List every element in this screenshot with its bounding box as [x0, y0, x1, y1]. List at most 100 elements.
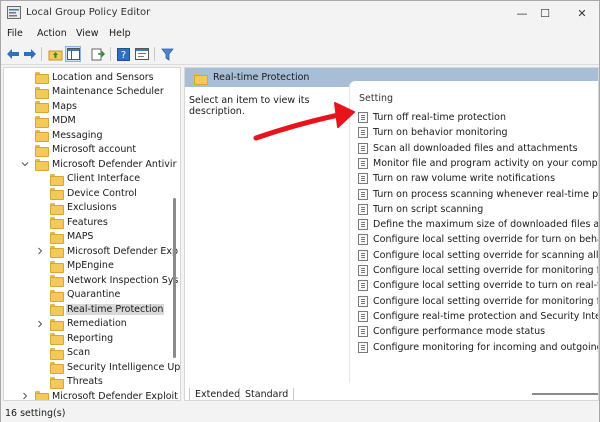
setting-row[interactable]: Configure local setting override for sca… [358, 248, 598, 263]
policy-setting-icon [358, 157, 368, 169]
setting-label: Configure monitoring for incoming and ou… [373, 341, 599, 353]
tree-item[interactable]: Features [50, 215, 109, 230]
minimize-button[interactable]: — [511, 4, 533, 22]
tree-item-label: Messaging [52, 129, 103, 141]
show-hide-tree-icon[interactable] [65, 46, 81, 62]
tree-item[interactable]: MAPS [50, 230, 94, 245]
setting-row[interactable]: Turn on raw volume write notifications [358, 171, 555, 186]
forward-arrow-icon[interactable] [22, 46, 38, 62]
tree-item[interactable]: Microsoft Defender Antivir [35, 157, 177, 172]
setting-label: Configure local setting override for mon… [373, 295, 598, 307]
setting-label: Scan all downloaded files and attachment… [373, 142, 578, 154]
setting-row[interactable]: Configure local setting override for mon… [358, 263, 598, 278]
tree-item-label: Quarantine [67, 289, 121, 301]
filter-icon[interactable] [159, 46, 175, 62]
tab-extended[interactable]: Extended [189, 388, 247, 400]
tree-item[interactable]: Microsoft Defender Exploit [35, 389, 179, 400]
policy-setting-icon [358, 219, 368, 231]
tree-item-label: Remediation [67, 318, 127, 330]
setting-row[interactable]: Configure monitoring for incoming and ou… [358, 340, 599, 355]
export-list-icon[interactable] [90, 46, 106, 62]
setting-row[interactable]: Turn off real-time protection [358, 110, 506, 125]
setting-label: Monitor file and program activity on you… [373, 157, 599, 169]
menu-action[interactable]: Action [37, 28, 67, 39]
tree-item[interactable]: Maps [35, 99, 78, 114]
tree-item[interactable]: Client Interface [50, 172, 141, 187]
column-header-setting[interactable]: Setting [359, 93, 393, 104]
chevron-down-icon[interactable] [21, 160, 29, 168]
tree-item-label: Threats [67, 376, 103, 388]
folder-icon [50, 362, 64, 375]
setting-row[interactable]: Configure real-time protection and Secur… [358, 309, 598, 324]
tree-item-label: Scan [67, 347, 91, 359]
tree-item[interactable]: Messaging [35, 128, 103, 143]
setting-row[interactable]: Turn on script scanning [358, 202, 483, 217]
chevron-right-icon[interactable] [21, 392, 29, 400]
setting-row[interactable]: Turn on process scanning whenever real-t… [358, 187, 598, 202]
chevron-right-icon[interactable] [36, 320, 44, 328]
tab-standard[interactable]: Standard [239, 388, 295, 400]
folder-icon [50, 289, 64, 302]
setting-row[interactable]: Turn on behavior monitoring [358, 125, 508, 140]
tree-item[interactable]: Threats [50, 375, 104, 390]
folder-icon [35, 115, 49, 128]
maximize-button[interactable]: ☐ [534, 4, 556, 22]
tree-item[interactable]: MpEngine [50, 259, 115, 274]
navigation-tree[interactable]: Location and Sensors Maintenance Schedule… [3, 67, 181, 401]
tree-item[interactable]: Maintenance Scheduler [35, 85, 165, 100]
back-arrow-icon[interactable] [5, 46, 21, 62]
tree-item-label: MAPS [67, 231, 94, 243]
details-title: Real-time Protection [213, 72, 310, 83]
menu-file[interactable]: File [7, 28, 23, 39]
folder-icon [35, 391, 49, 400]
chevron-right-icon[interactable] [36, 247, 44, 255]
policy-setting-icon [358, 310, 368, 322]
toolbar-separator [154, 47, 155, 61]
close-button[interactable]: ✕ [571, 4, 593, 22]
tree-item[interactable]: Microsoft account [35, 143, 137, 158]
tree-item[interactable]: Microsoft Defender Exp [50, 244, 179, 259]
setting-row[interactable]: Configure local setting override for mon… [358, 294, 598, 309]
help-icon[interactable]: ? [115, 46, 131, 62]
window-title: Local Group Policy Editor [26, 7, 151, 18]
tree-item[interactable]: Exclusions [50, 201, 118, 216]
menu-view[interactable]: View [76, 28, 99, 39]
tree-item[interactable]: Remediation [50, 317, 128, 332]
tree-item-label: MpEngine [67, 260, 114, 272]
folder-icon [50, 260, 64, 273]
tree-item-label: Microsoft Defender Exp [67, 245, 179, 257]
policy-setting-icon [358, 265, 368, 276]
folder-icon [50, 231, 64, 244]
tree-item-label: Device Control [67, 187, 137, 199]
tree-item[interactable]: Quarantine [50, 288, 121, 303]
setting-label: Turn on behavior monitoring [373, 127, 508, 139]
setting-row[interactable]: Configure local setting override for tur… [358, 232, 598, 247]
tree-item[interactable]: MDM [35, 114, 77, 129]
tree-item[interactable]: Device Control [50, 186, 138, 201]
menu-help[interactable]: Help [109, 28, 131, 39]
setting-row[interactable]: Define the maximum size of downloaded fi… [358, 217, 598, 232]
setting-row[interactable]: Configure performance mode status [358, 324, 545, 339]
setting-row[interactable]: Scan all downloaded files and attachment… [358, 141, 578, 156]
tree-item[interactable]: Location and Sensors [35, 70, 155, 85]
tree-item[interactable]: Scan [50, 346, 91, 361]
tree-item[interactable]: Reporting [50, 331, 114, 346]
policy-setting-icon [358, 295, 368, 307]
up-folder-icon[interactable] [47, 46, 63, 62]
tree-item-label: Real-time Protection [66, 303, 165, 315]
settings-list: Setting Turn off real-time protection Tur… [349, 81, 599, 395]
tree-item[interactable]: Security Intelligence Up [50, 360, 180, 375]
tree-item[interactable]: Real-time Protection [50, 302, 165, 317]
title-bar[interactable]: Local Group Policy Editor — ☐ ✕ [1, 1, 599, 25]
tree-item-label: Reporting [67, 332, 114, 344]
folder-icon [50, 376, 64, 389]
tree-scrollbar[interactable] [173, 198, 176, 358]
properties-icon[interactable] [134, 46, 150, 62]
setting-row[interactable]: Monitor file and program activity on you… [358, 156, 599, 171]
folder-icon [50, 275, 64, 288]
status-text: 16 setting(s) [5, 408, 66, 419]
setting-row[interactable]: Configure local setting override to turn… [358, 278, 598, 293]
folder-icon [50, 318, 64, 331]
folder-icon [194, 73, 208, 85]
tree-item[interactable]: Network Inspection Sys [50, 273, 179, 288]
